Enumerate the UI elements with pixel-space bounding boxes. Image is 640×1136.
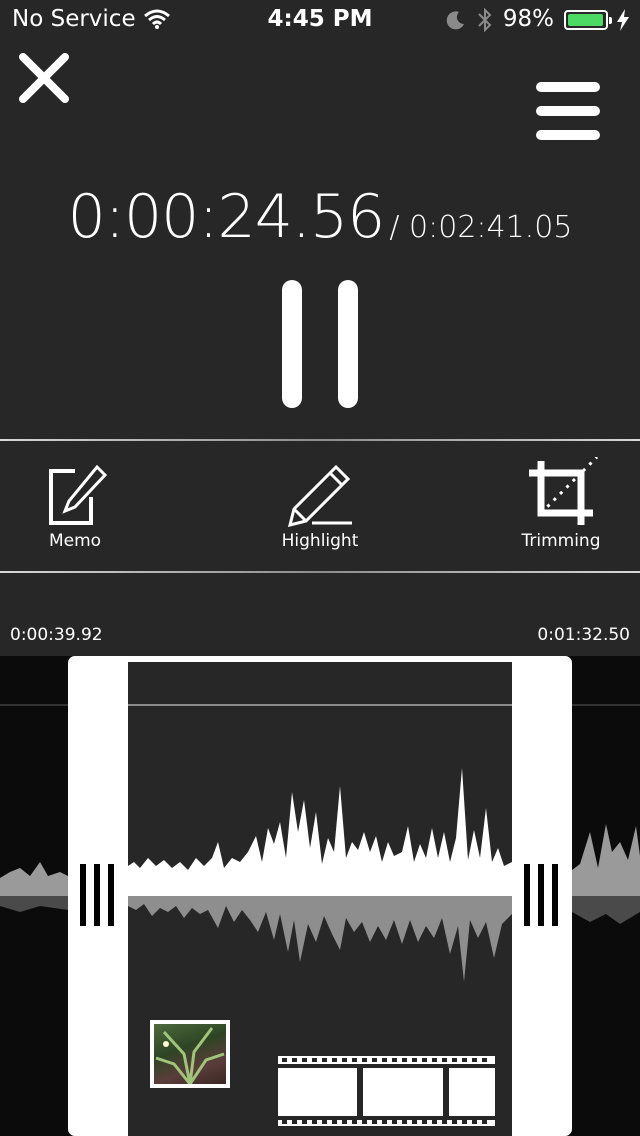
charging-bolt-icon	[617, 9, 629, 31]
highlight-button[interactable]: Highlight	[240, 455, 400, 565]
film-strip-icon[interactable]	[278, 1056, 495, 1126]
battery-icon	[564, 10, 612, 30]
highlight-label: Highlight	[281, 531, 359, 551]
divider-top	[0, 439, 640, 441]
memo-edit-icon	[49, 465, 108, 525]
bluetooth-icon	[478, 7, 492, 33]
close-button[interactable]	[16, 50, 72, 106]
moon-icon	[446, 11, 464, 30]
trimming-button[interactable]: Trimming	[481, 455, 640, 565]
photo-thumbnail-image	[154, 1024, 226, 1085]
range-start-time: 0:00:39.92	[10, 625, 103, 645]
close-icon	[19, 53, 69, 103]
memo-button[interactable]: Memo	[0, 455, 155, 565]
total-time: / 0:02:41.05	[389, 210, 573, 245]
battery-percent: 98%	[502, 6, 554, 32]
pencil-icon	[287, 464, 352, 527]
current-time: 0:00:24.56	[67, 182, 386, 252]
divider-bottom	[0, 571, 640, 573]
trim-handle-right[interactable]	[522, 864, 560, 930]
trim-handle-left[interactable]	[78, 864, 116, 930]
menu-button[interactable]	[534, 78, 602, 146]
memo-label: Memo	[48, 531, 102, 551]
range-end-time: 0:01:32.50	[537, 625, 630, 645]
playback-timer: 0:00:24.56 / 0:02:41.05	[0, 182, 640, 252]
crop-icon	[529, 457, 599, 525]
trimming-label: Trimming	[521, 531, 601, 551]
status-bar: No Service 4:45 PM 98%	[0, 0, 640, 40]
pause-button[interactable]	[280, 280, 360, 408]
